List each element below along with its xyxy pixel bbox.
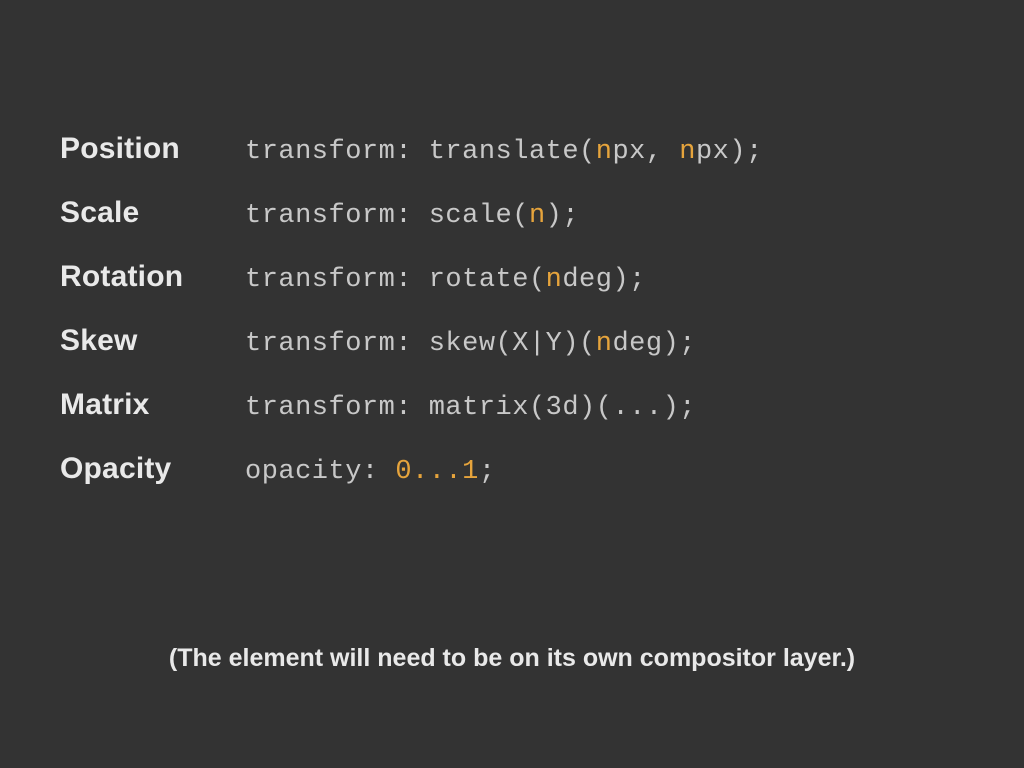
property-list: Positiontransform: translate(npx, npx);S… — [60, 132, 964, 487]
code-text: ; — [479, 457, 496, 487]
footnote-text: (The element will need to be on its own … — [0, 644, 1024, 673]
property-row: Matrixtransform: matrix(3d)(...); — [60, 388, 964, 423]
property-code: transform: translate(npx, npx); — [245, 137, 763, 167]
code-highlight: n — [679, 137, 696, 167]
code-highlight: n — [596, 329, 613, 359]
property-row: Positiontransform: translate(npx, npx); — [60, 132, 964, 167]
code-text: deg); — [612, 329, 696, 359]
code-highlight: n — [546, 265, 563, 295]
property-code: transform: rotate(ndeg); — [245, 265, 646, 295]
property-row: Skewtransform: skew(X|Y)(ndeg); — [60, 324, 964, 359]
code-text: transform: matrix(3d)(...); — [245, 393, 696, 423]
property-label: Opacity — [60, 452, 245, 486]
code-text: transform: skew(X|Y)( — [245, 329, 596, 359]
code-highlight: 0...1 — [395, 457, 479, 487]
code-text: px); — [696, 137, 763, 167]
code-text: opacity: — [245, 457, 395, 487]
property-code: transform: skew(X|Y)(ndeg); — [245, 329, 696, 359]
property-label: Skew — [60, 324, 245, 358]
code-text: transform: rotate( — [245, 265, 546, 295]
property-label: Position — [60, 132, 245, 166]
code-highlight: n — [529, 201, 546, 231]
code-highlight: n — [596, 137, 613, 167]
code-text: deg); — [562, 265, 646, 295]
property-label: Scale — [60, 196, 245, 230]
slide: Positiontransform: translate(npx, npx);S… — [0, 0, 1024, 768]
code-text: ); — [546, 201, 579, 231]
code-text: transform: scale( — [245, 201, 529, 231]
property-row: Opacityopacity: 0...1; — [60, 452, 964, 487]
property-row: Rotationtransform: rotate(ndeg); — [60, 260, 964, 295]
property-label: Rotation — [60, 260, 245, 294]
property-row: Scaletransform: scale(n); — [60, 196, 964, 231]
property-code: transform: matrix(3d)(...); — [245, 393, 696, 423]
property-code: opacity: 0...1; — [245, 457, 496, 487]
property-code: transform: scale(n); — [245, 201, 579, 231]
code-text: px, — [612, 137, 679, 167]
code-text: transform: translate( — [245, 137, 596, 167]
property-label: Matrix — [60, 388, 245, 422]
